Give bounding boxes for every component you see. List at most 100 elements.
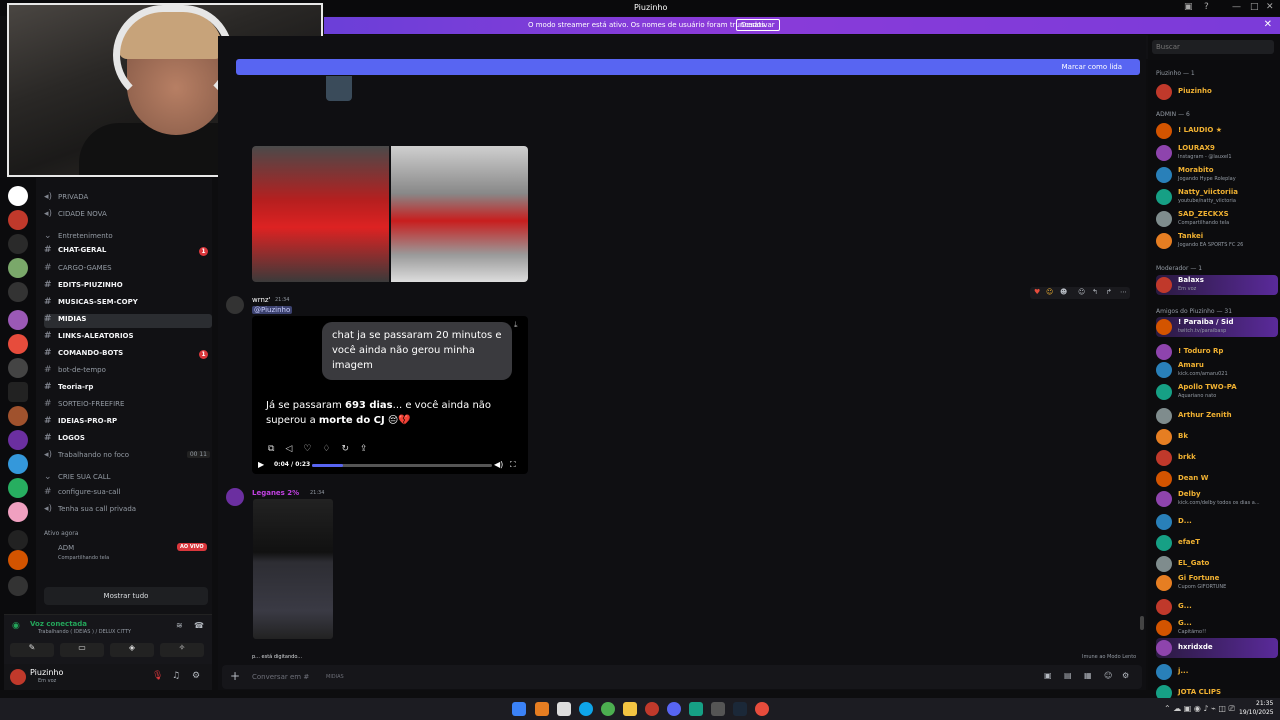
member-item[interactable]: Amaru kick.com/amaru021: [1156, 360, 1278, 380]
search-input[interactable]: [1152, 40, 1274, 54]
server-icon[interactable]: [8, 186, 28, 206]
download-icon[interactable]: ⤓: [514, 320, 518, 330]
message-author[interactable]: Leganes 2%: [252, 489, 299, 497]
member-item[interactable]: Tankei Jogando EA SPORTS FC 26: [1156, 231, 1278, 251]
channel-item[interactable]: # CARGO-GAMES: [44, 263, 212, 277]
channel-item[interactable]: # COMANDO-BOTS 1: [44, 348, 212, 362]
gift-icon[interactable]: ▣: [1044, 671, 1052, 680]
avatar[interactable]: [226, 296, 244, 314]
channel-item[interactable]: # IDEIAS-PRO-RP: [44, 416, 212, 430]
add-attachment-icon[interactable]: +: [230, 669, 240, 683]
play-icon[interactable]: ▶: [258, 460, 264, 469]
explorer-icon[interactable]: [623, 702, 637, 716]
message-composer[interactable]: + Conversar em # MIDIAS ▣ ▤ ▦ ☺ ⚙: [222, 665, 1142, 689]
member-item[interactable]: Piuzinho: [1156, 82, 1278, 102]
member-item[interactable]: ! Toduro Rp: [1156, 342, 1278, 362]
server-icon[interactable]: [8, 358, 28, 378]
member-item[interactable]: Delby kick.com/delby todos os dias a...: [1156, 489, 1278, 509]
server-icon[interactable]: [8, 530, 28, 550]
close-icon[interactable]: ✕: [1266, 2, 1274, 12]
server-icon[interactable]: [8, 576, 28, 596]
tray-icons[interactable]: ⌃ ☁ ▣ ◉ ♪ ⌁ ◫ ⎚: [1164, 704, 1235, 714]
minimize-icon[interactable]: —: [1232, 2, 1241, 12]
channel-item[interactable]: ◂) Tenha sua call privada: [44, 504, 212, 518]
noise-icon[interactable]: ≋: [176, 621, 183, 630]
server-icon[interactable]: [8, 334, 28, 354]
channel-item[interactable]: ◂) CIDADE NOVA: [44, 209, 212, 223]
apps-icon[interactable]: ⚙: [1122, 671, 1129, 680]
member-item[interactable]: Morabito Jogando Hype Roleplay: [1156, 165, 1278, 185]
member-item[interactable]: Apollo TWO-PA Aquariano nato: [1156, 382, 1278, 402]
channel-item[interactable]: ◂) Trabalhando no foco 00 11: [44, 450, 212, 464]
channel-category[interactable]: ⌄ CRIE SUA CALL: [44, 472, 212, 486]
member-item[interactable]: D...: [1156, 512, 1278, 532]
server-icon[interactable]: [8, 258, 28, 278]
steam-icon[interactable]: [733, 702, 747, 716]
screenshare-button[interactable]: ▭: [60, 643, 104, 657]
member-item[interactable]: EL_Gato: [1156, 554, 1278, 574]
member-item[interactable]: Gi Fortune Cupom GIFORTUNE: [1156, 573, 1278, 593]
gif-icon[interactable]: ▤: [1064, 671, 1072, 680]
mark-read-label[interactable]: Marcar como lida: [1062, 63, 1122, 71]
member-item[interactable]: Arthur Zenith: [1156, 406, 1278, 426]
edge-icon[interactable]: [579, 702, 593, 716]
activity-button[interactable]: ◈: [110, 643, 154, 657]
member-item[interactable]: SAD_ZECKXS Compartilhando tela: [1156, 209, 1278, 229]
channel-item[interactable]: # CHAT-GERAL 1: [44, 245, 212, 259]
channel-item[interactable]: # EDITS-PIUZINHO: [44, 280, 212, 294]
disconnect-icon[interactable]: ☎: [194, 621, 204, 630]
screenshot-attachment[interactable]: [253, 499, 333, 639]
video-progress-track[interactable]: [312, 464, 492, 467]
server-icon[interactable]: [8, 282, 28, 302]
server-icon[interactable]: [8, 406, 28, 426]
channel-item[interactable]: # MUSICAS-SEM-COPY: [44, 297, 212, 311]
volume-icon[interactable]: ◀): [494, 460, 503, 469]
member-item[interactable]: efaeT: [1156, 533, 1278, 553]
channel-item[interactable]: # MIDIAS: [44, 314, 212, 328]
discord-icon[interactable]: [667, 702, 681, 716]
member-item[interactable]: hxridxde: [1156, 638, 1278, 658]
camera-button[interactable]: ✎: [10, 643, 54, 657]
channel-item[interactable]: # LOGOS: [44, 433, 212, 447]
opera-icon[interactable]: [645, 702, 659, 716]
avatar[interactable]: [226, 488, 244, 506]
mute-icon[interactable]: 🎙: [152, 671, 163, 681]
settings-gear-icon[interactable]: ⚙: [192, 671, 200, 681]
inbox-icon[interactable]: ▣: [1184, 2, 1193, 12]
chat-scrollbar[interactable]: [1140, 616, 1144, 630]
headphones-icon[interactable]: ♫: [172, 671, 180, 681]
app-icon[interactable]: [535, 702, 549, 716]
channel-item[interactable]: ◂) PRIVADA: [44, 192, 212, 206]
channel-item[interactable]: # SORTEIO-FREEFIRE: [44, 399, 212, 413]
member-item[interactable]: ! LAUDIO ★: [1156, 121, 1278, 141]
app-icon[interactable]: [689, 702, 703, 716]
add-reaction-icon[interactable]: ☺: [1078, 288, 1085, 296]
reply-icon[interactable]: ↰: [1092, 288, 1098, 296]
server-icon[interactable]: [8, 502, 28, 522]
emoji-icon[interactable]: ☺: [1046, 288, 1053, 296]
channel-category[interactable]: ⌄ Entretenimento: [44, 231, 212, 245]
car-photo[interactable]: [252, 146, 389, 282]
help-icon[interactable]: ?: [1204, 2, 1209, 12]
channel-item[interactable]: # LINKS-ALEATORIOS: [44, 331, 212, 345]
car-photo[interactable]: [391, 146, 528, 282]
server-icon[interactable]: [8, 210, 28, 230]
app-icon[interactable]: [711, 702, 725, 716]
active-user[interactable]: ADM: [58, 544, 74, 552]
member-item[interactable]: G...: [1156, 597, 1278, 617]
video-embed[interactable]: chat ja se passaram 20 minutos e você ai…: [252, 316, 528, 474]
member-item[interactable]: Bk: [1156, 427, 1278, 447]
heart-icon[interactable]: ♥: [1034, 288, 1040, 296]
chrome-icon[interactable]: [601, 702, 615, 716]
voice-channel[interactable]: Trabalhando ( IDEIAS ) / DELUX CITTY: [38, 629, 131, 635]
forward-icon[interactable]: ↱: [1106, 288, 1112, 296]
close-banner-icon[interactable]: ✕: [1264, 19, 1272, 30]
member-item[interactable]: Dean W: [1156, 469, 1278, 489]
emoji-icon[interactable]: ☺: [1104, 671, 1112, 680]
server-icon[interactable]: [8, 478, 28, 498]
maximize-icon[interactable]: □: [1250, 2, 1259, 12]
app-icon[interactable]: [557, 702, 571, 716]
server-icon[interactable]: [8, 382, 28, 402]
member-item[interactable]: LOURAX9 Instagram - @lauxel1: [1156, 143, 1278, 163]
start-icon[interactable]: [512, 702, 526, 716]
